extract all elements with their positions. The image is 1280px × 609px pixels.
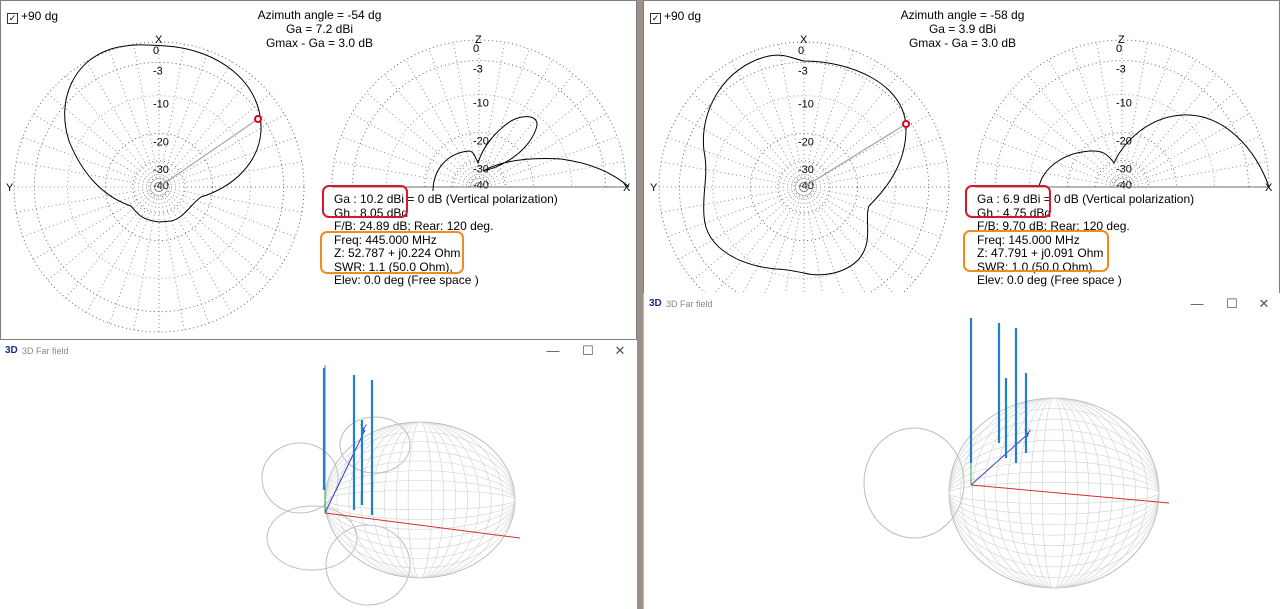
- right-pattern-window: ✓ +90 dg Azimuth angle = -58 dg Ga = 3.9 …: [643, 0, 1280, 340]
- close-button[interactable]: ✕: [1256, 296, 1272, 312]
- impedance-highlight: [963, 230, 1109, 272]
- polar-plots: 0-3-10-20-30-40 0-3-10-20-30-40 X Z Y X: [650, 34, 1273, 333]
- elevation-pattern-curve: [1038, 114, 1270, 188]
- 3d-app-icon: 3D: [5, 345, 18, 356]
- upper-lobe: [339, 416, 411, 474]
- axis-x: [970, 484, 1170, 504]
- ring-label: -10: [1116, 97, 1132, 109]
- axis-x: [324, 512, 521, 539]
- right-farfield-window: 3D 3D Far field — ☐ ✕ Y: [643, 293, 1280, 609]
- ring-label: -40: [473, 180, 489, 192]
- farfield-3d-view: Y: [863, 318, 1170, 589]
- left-farfield-window: 3D 3D Far field — ☐ ✕ Y: [0, 340, 637, 609]
- polar-plots: 0-3-10-20-30-40 0-3-10-20-30-40 X Z Y X: [6, 34, 631, 333]
- axis-label-x-right: X: [623, 182, 631, 194]
- farfield-3d-view: Y: [261, 365, 521, 606]
- axis-label-x-top: X: [800, 34, 808, 46]
- impedance-highlight: [320, 231, 464, 274]
- ring-label: -30: [1116, 164, 1132, 176]
- window-title: 3D Far field: [666, 299, 713, 309]
- ring-label: -40: [1116, 180, 1132, 192]
- axis-label-y-left: Y: [6, 182, 14, 194]
- azimuth-marker: [902, 120, 910, 128]
- axis-y: [324, 429, 366, 514]
- elevation-polar-grid: 0-3-10-20-30-40: [331, 39, 627, 192]
- farfield-titlebar: 3D 3D Far field — ☐ ✕: [0, 340, 637, 360]
- axis-label-z-top: Z: [475, 34, 482, 46]
- ring-label: -3: [473, 64, 483, 76]
- ring-label: -3: [1116, 64, 1126, 76]
- ring-label: -10: [153, 99, 169, 111]
- ring-label: -20: [153, 136, 169, 148]
- ring-label: -30: [153, 164, 169, 176]
- close-button[interactable]: ✕: [612, 343, 628, 359]
- gain-highlight: [965, 185, 1051, 218]
- gain-highlight: [322, 185, 408, 218]
- 3d-app-icon: 3D: [649, 298, 662, 309]
- elevation-pattern-curve: [432, 116, 630, 192]
- minimize-button[interactable]: —: [545, 343, 561, 358]
- ring-label: 0: [798, 45, 804, 57]
- ring-label: -3: [798, 65, 808, 77]
- elevation-polar-grid: 0-3-10-20-30-40: [974, 39, 1270, 192]
- maximize-button[interactable]: ☐: [1224, 296, 1240, 312]
- window-title: 3D Far field: [22, 346, 69, 356]
- axis-label-y-left: Y: [650, 182, 658, 194]
- ring-label: -20: [473, 136, 489, 148]
- ring-label: -20: [1116, 136, 1132, 148]
- azimuth-marker: [254, 115, 262, 123]
- info-elevation: Elev: 0.0 deg (Free space ): [977, 273, 1122, 287]
- ring-label: -20: [798, 136, 814, 148]
- ring-label: -10: [473, 97, 489, 109]
- ring-label: -3: [153, 65, 163, 77]
- ring-label: -10: [798, 99, 814, 111]
- radiation-mesh: [261, 416, 516, 606]
- left-pattern-window: ✓ +90 dg Azimuth angle = -54 dg Ga = 7.2 …: [0, 0, 637, 340]
- radiation-mesh: [863, 397, 1160, 589]
- minimize-button[interactable]: —: [1189, 296, 1205, 311]
- maximize-button[interactable]: ☐: [580, 343, 596, 359]
- ring-label: -30: [798, 164, 814, 176]
- ring-label: 0: [153, 45, 159, 57]
- azimuth-marker-line: [158, 118, 259, 188]
- rear-lobe: [863, 427, 965, 539]
- axis-label-x-right: X: [1265, 182, 1273, 194]
- axis-label-x-top: X: [155, 34, 163, 46]
- farfield-titlebar: 3D 3D Far field — ☐ ✕: [644, 293, 1280, 313]
- axis-label-z-top: Z: [1118, 34, 1125, 46]
- info-elevation: Elev: 0.0 deg (Free space ): [334, 273, 479, 287]
- rear-lobe-upper: [261, 442, 339, 514]
